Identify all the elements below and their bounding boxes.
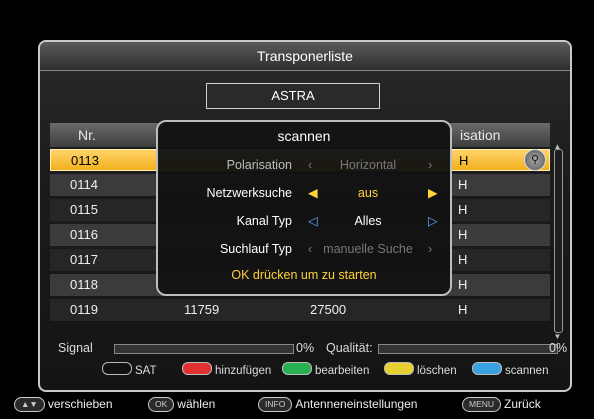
row-frequency: 11759 — [184, 302, 220, 317]
row-polarisation: H — [458, 252, 468, 267]
row-nr: 0113 — [71, 153, 99, 168]
column-header-polarisation: isation — [460, 127, 501, 143]
arrow-right-icon[interactable]: ▷ — [428, 210, 438, 232]
arrow-left-icon[interactable]: ‹ — [308, 154, 312, 176]
table-row[interactable]: 0119 11759 27500 H — [50, 299, 550, 321]
transponder-list-window: Transponerliste ASTRA Nr. isation 0113 H… — [38, 40, 572, 392]
column-header-nr: Nr. — [78, 127, 96, 143]
option-kanal-typ[interactable]: Kanal Typ ◁ Alles ▷ — [158, 210, 450, 232]
updown-key-icon: ▲▼ — [14, 397, 45, 412]
legend-yellow[interactable]: löschen — [384, 362, 457, 379]
scan-dialog: scannen Polarisation ‹ Horizontal › Netz… — [156, 120, 452, 296]
signal-value: 0% — [296, 341, 315, 355]
quality-value: 0% — [549, 341, 568, 355]
legend-red[interactable]: hinzufügen — [182, 362, 271, 379]
bottom-help-bar: ▲▼ verschieben OK wählen INFO Antenneneinst… — [0, 394, 594, 414]
option-suchlauf-typ[interactable]: Suchlauf Typ ‹ manuelle Suche › — [158, 238, 450, 260]
arrow-left-icon[interactable]: ‹ — [308, 238, 312, 260]
green-button-icon — [282, 362, 312, 375]
row-polarisation: H — [458, 302, 468, 317]
option-polarisation[interactable]: Polarisation ‹ Horizontal › — [158, 154, 450, 176]
option-label: Netzwerksuche — [206, 186, 292, 200]
color-key-legend: SAT hinzufügen bearbeiten löschen scanne… — [40, 362, 570, 378]
info-key-icon: INFO — [258, 397, 293, 412]
option-netzwerksuche[interactable]: Netzwerksuche ◀ aus ▶ — [158, 182, 450, 204]
option-value: Horizontal — [339, 158, 397, 172]
quality-bar — [378, 344, 558, 354]
option-label: Polarisation — [226, 158, 292, 172]
row-nr: 0119 — [70, 302, 98, 317]
signal-bar — [114, 344, 294, 354]
row-nr: 0117 — [70, 252, 98, 267]
legend-blue[interactable]: scannen — [472, 362, 548, 379]
red-button-icon — [182, 362, 212, 375]
magnifier-icon: ⚲ — [524, 149, 546, 171]
menu-key-icon: MENU — [462, 397, 502, 412]
blue-button-icon — [472, 362, 502, 375]
option-value: manuelle Suche — [323, 242, 413, 256]
option-value: aus — [357, 186, 379, 200]
arrow-right-icon[interactable]: › — [428, 238, 432, 260]
row-polarisation: H — [458, 277, 468, 292]
start-hint: OK drücken um zu starten — [231, 268, 377, 282]
row-polarisation: H — [458, 177, 468, 192]
row-nr: 0115 — [70, 202, 98, 217]
help-menu: MENU Zurück — [462, 394, 541, 414]
option-label: Kanal Typ — [236, 214, 292, 228]
row-nr: 0114 — [70, 177, 98, 192]
scrollbar[interactable] — [554, 149, 563, 333]
row-symbol-rate: 27500 — [310, 302, 347, 317]
arrow-left-icon[interactable]: ◁ — [308, 210, 318, 232]
signal-label: Signal — [58, 341, 93, 355]
ok-key-icon: OK — [148, 397, 175, 412]
row-nr: 0116 — [70, 227, 98, 242]
arrow-right-icon[interactable]: › — [428, 154, 432, 176]
window-title: Transponerliste — [40, 42, 570, 71]
row-polarisation: H — [458, 227, 468, 242]
option-value: Alles — [354, 214, 382, 228]
row-polarisation: H — [458, 202, 468, 217]
yellow-button-icon — [384, 362, 414, 375]
arrow-right-icon[interactable]: ▶ — [428, 182, 438, 204]
legend-sat[interactable]: SAT — [102, 362, 157, 379]
row-polarisation: H — [459, 153, 469, 168]
help-info: INFO Antenneneinstellungen — [258, 394, 417, 414]
legend-green[interactable]: bearbeiten — [282, 362, 369, 379]
row-nr: 0118 — [70, 277, 98, 292]
help-ok: OK wählen — [148, 394, 215, 414]
signal-status: Signal 0% Qualität: 0% — [50, 340, 568, 356]
option-label: Suchlauf Typ — [219, 242, 292, 256]
arrow-left-icon[interactable]: ◀ — [308, 182, 318, 204]
dialog-title: scannen — [277, 128, 331, 144]
help-move: ▲▼ verschieben — [14, 394, 113, 414]
satellite-selector[interactable]: ASTRA — [206, 83, 380, 109]
white-button-icon — [102, 362, 132, 375]
quality-label: Qualität: — [326, 341, 373, 355]
